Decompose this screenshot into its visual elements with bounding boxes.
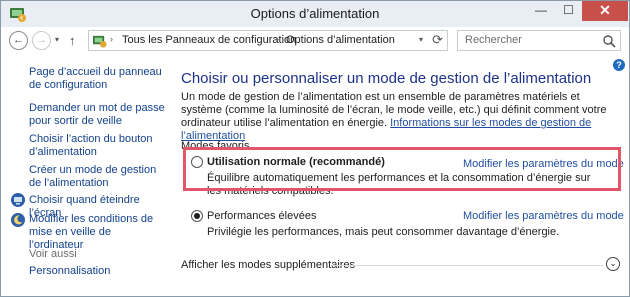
up-button[interactable]: ↑: [69, 33, 76, 48]
breadcrumb-separator[interactable]: ›: [276, 34, 279, 44]
sidebar-item-control-panel-home[interactable]: Page d’accueil du panneau de configurati…: [29, 66, 165, 92]
breadcrumb-separator: ›: [110, 34, 113, 44]
moon-icon: [11, 213, 25, 227]
address-bar[interactable]: › Tous les Panneaux de configuration › O…: [88, 30, 448, 51]
control-panel-icon: [92, 35, 107, 48]
section-divider: [331, 265, 603, 266]
refresh-icon[interactable]: ⟳: [432, 32, 443, 48]
plan-name-high-performance[interactable]: Performances élevées: [207, 210, 316, 222]
search-icon: [603, 35, 616, 48]
back-button[interactable]: ←: [9, 31, 28, 50]
maximize-button[interactable]: ☐: [555, 1, 582, 21]
sidebar-item-create-power-plan[interactable]: Créer un mode de gestion de l’alimentati…: [29, 164, 165, 190]
navigation-bar: ← → ▾ ↑ › Tous les Panneaux de configura…: [1, 28, 629, 54]
sidebar-item-personalization[interactable]: Personnalisation: [29, 265, 165, 278]
show-additional-plans-label[interactable]: Afficher les modes supplémentaires: [181, 259, 355, 271]
selected-plan-highlight: [183, 147, 621, 191]
plan-description-high-performance: Privilégie les performances, mais peut c…: [207, 226, 560, 238]
close-button[interactable]: ✕: [582, 1, 628, 21]
monitor-icon: [11, 193, 25, 207]
sidebar-item-sleep-settings[interactable]: Modifier les conditions de mise en veill…: [29, 213, 165, 252]
chevron-down-icon[interactable]: ⌄: [606, 257, 620, 271]
see-also-heading: Voir aussi: [29, 248, 77, 260]
sidebar-item-require-password[interactable]: Demander un mot de passe pour sortir de …: [29, 102, 165, 128]
sidebar: Page d’accueil du panneau de configurati…: [1, 54, 171, 296]
minimize-button[interactable]: —: [527, 1, 555, 21]
title-bar: Options d’alimentation — ☐ ✕: [1, 1, 629, 27]
recent-locations-button[interactable]: ▾: [55, 35, 59, 44]
address-dropdown-icon[interactable]: ▾: [419, 35, 423, 44]
intro-text: Un mode de gestion de l’alimentation est…: [181, 91, 621, 143]
radio-high-performance-plan[interactable]: [191, 210, 203, 222]
forward-button[interactable]: →: [32, 31, 51, 50]
breadcrumb-power-options[interactable]: Options d’alimentation: [286, 34, 395, 46]
sidebar-item-power-button-action[interactable]: Choisir l’action du bouton d’alimentatio…: [29, 133, 165, 159]
search-placeholder: Rechercher: [465, 34, 522, 46]
window: Options d’alimentation — ☐ ✕ ← → ▾ ↑ › T…: [0, 0, 630, 297]
change-plan-settings-link[interactable]: Modifier les paramètres du mode: [463, 210, 624, 222]
page-title: Choisir ou personnaliser un mode de gest…: [181, 70, 592, 87]
search-box[interactable]: Rechercher: [457, 30, 621, 51]
breadcrumb-all-control-panel[interactable]: Tous les Panneaux de configuration: [122, 34, 296, 46]
